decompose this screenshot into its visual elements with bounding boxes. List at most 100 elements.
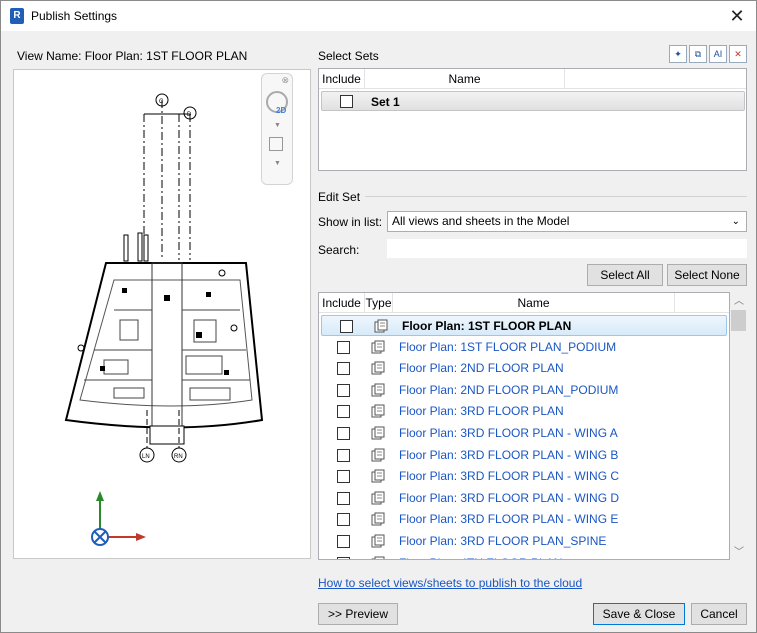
title-bar: R Publish Settings ✕ [1, 1, 756, 31]
wheel-dropdown-icon[interactable]: ▼ [274, 122, 281, 129]
view-row[interactable]: Floor Plan: 3RD FLOOR PLAN_SPINE [319, 531, 729, 552]
view-type-icon [371, 383, 385, 397]
steering-wheel-2d-label: 2D [276, 106, 287, 115]
column-include[interactable]: Include [319, 293, 365, 312]
view-include-checkbox[interactable] [337, 556, 350, 559]
view-type-icon [371, 534, 385, 548]
view-name: Floor Plan: 3RD FLOOR PLAN [399, 404, 564, 419]
view-include-checkbox[interactable] [337, 405, 350, 419]
show-in-list-dropdown[interactable]: All views and sheets in the Model ⌄ [387, 211, 747, 232]
view-include-checkbox[interactable] [340, 320, 353, 333]
view-name: Floor Plan: 3RD FLOOR PLAN - WING A [399, 426, 618, 440]
new-set-icon[interactable]: ✦ [669, 45, 687, 63]
show-in-list-label: Show in list: [318, 215, 383, 229]
edit-set-divider [365, 196, 747, 197]
view-include-checkbox[interactable] [337, 383, 350, 397]
view-preview-pane[interactable]: LN RN C D ⊗ 2D ▼ ▼ [13, 69, 311, 559]
search-input[interactable] [387, 239, 747, 258]
view-include-checkbox[interactable] [337, 535, 350, 548]
view-row[interactable]: Floor Plan: 1ST FLOOR PLAN_PODIUM [319, 337, 729, 358]
show-in-list-value: All views and sheets in the Model [392, 214, 570, 228]
select-all-button[interactable]: Select All [587, 264, 663, 286]
view-row[interactable]: Floor Plan: 3RD FLOOR PLAN - WING E [319, 509, 729, 530]
view-row[interactable]: Floor Plan: 4TH FLOOR PLAN [319, 553, 729, 559]
preview-button[interactable]: >> Preview [318, 603, 398, 625]
set-include-checkbox[interactable] [340, 95, 353, 108]
view-name: Floor Plan: 3RD FLOOR PLAN_SPINE [399, 534, 607, 548]
view-type-icon [371, 448, 385, 462]
rename-set-icon[interactable]: AI [709, 45, 727, 63]
navigation-bar: ⊗ 2D ▼ ▼ [261, 73, 293, 185]
view-name: Floor Plan: 3RD FLOOR PLAN - WING B [399, 447, 619, 462]
column-name[interactable]: Name [365, 69, 565, 88]
view-type-icon [371, 512, 385, 526]
column-name[interactable]: Name [393, 293, 675, 312]
column-include[interactable]: Include [319, 69, 365, 88]
view-name-label: View Name: Floor Plan: 1ST FLOOR PLAN [17, 49, 248, 63]
column-type[interactable]: Type [365, 293, 393, 312]
views-list-header: Include Type Name [319, 293, 729, 313]
navbar-close-icon[interactable]: ⊗ [281, 75, 289, 86]
view-include-checkbox[interactable] [337, 470, 350, 484]
set-toolbar: ✦ ⧉ AI ✕ [669, 45, 747, 63]
view-name: Floor Plan: 2ND FLOOR PLAN [399, 361, 564, 376]
view-type-icon [371, 404, 385, 418]
close-icon[interactable]: ✕ [726, 5, 748, 27]
search-label: Search: [318, 243, 360, 257]
edit-set-label: Edit Set [318, 190, 361, 204]
save-close-button[interactable]: Save & Close [593, 603, 685, 625]
view-name: Floor Plan: 3RD FLOOR PLAN - WING C [399, 469, 620, 484]
select-none-button[interactable]: Select None [667, 264, 747, 286]
help-link[interactable]: How to select views/sheets to publish to… [318, 576, 582, 590]
view-row[interactable]: Floor Plan: 3RD FLOOR PLAN - WING B [319, 445, 729, 466]
zoom-region-icon[interactable] [269, 137, 283, 151]
view-row[interactable]: Floor Plan: 3RD FLOOR PLAN [319, 401, 729, 422]
view-include-checkbox[interactable] [337, 362, 350, 376]
view-name: Floor Plan: 4TH FLOOR PLAN [399, 556, 562, 559]
scroll-down-icon[interactable]: ﹀ [734, 543, 744, 558]
sets-grid-header: Include Name [319, 69, 746, 89]
set-row[interactable]: Set 1 [321, 91, 745, 111]
ucs-axes-icon [91, 491, 146, 546]
view-row[interactable]: Floor Plan: 2ND FLOOR PLAN [319, 358, 729, 379]
view-type-icon [371, 426, 385, 440]
view-name: Floor Plan: 3RD FLOOR PLAN - WING D [399, 490, 620, 505]
view-include-checkbox[interactable] [337, 427, 350, 440]
views-scrollbar[interactable]: ︿ ﹀ [730, 292, 747, 560]
view-row[interactable]: Floor Plan: 3RD FLOOR PLAN - WING D [319, 488, 729, 509]
window-title: Publish Settings [31, 9, 118, 23]
view-type-icon [371, 556, 385, 559]
select-sets-label: Select Sets [318, 49, 379, 63]
duplicate-set-icon[interactable]: ⧉ [689, 45, 707, 63]
grid-label-rn: RN [174, 454, 183, 460]
view-name: Floor Plan: 2ND FLOOR PLAN_PODIUM [399, 382, 619, 397]
view-name: Floor Plan: 3RD FLOOR PLAN - WING E [399, 512, 619, 527]
grid-label-ln: LN [142, 454, 150, 460]
set-name: Set 1 [371, 95, 400, 109]
view-include-checkbox[interactable] [337, 340, 350, 354]
grid-label-d: D [187, 112, 192, 118]
view-row[interactable]: Floor Plan: 3RD FLOOR PLAN - WING C [319, 466, 729, 487]
view-row[interactable]: Floor Plan: 1ST FLOOR PLAN [321, 315, 727, 336]
view-include-checkbox[interactable] [337, 491, 350, 505]
scroll-up-icon[interactable]: ︿ [734, 292, 744, 307]
view-include-checkbox[interactable] [337, 513, 350, 527]
view-type-icon [371, 340, 385, 354]
view-type-icon [371, 361, 385, 375]
publish-settings-dialog: R Publish Settings ✕ View Name: Floor Pl… [0, 0, 757, 633]
view-name: Floor Plan: 1ST FLOOR PLAN [402, 319, 572, 333]
grid-label-c: C [159, 99, 164, 105]
cancel-button[interactable]: Cancel [691, 603, 747, 625]
view-row[interactable]: Floor Plan: 2ND FLOOR PLAN_PODIUM [319, 380, 729, 401]
zoom-dropdown-icon[interactable]: ▼ [274, 160, 281, 167]
view-type-icon [374, 319, 388, 333]
view-include-checkbox[interactable] [337, 448, 350, 462]
delete-set-icon[interactable]: ✕ [729, 45, 747, 63]
view-type-icon [371, 491, 385, 505]
select-sets-grid[interactable]: Include Name Set 1 [318, 68, 747, 171]
view-row[interactable]: Floor Plan: 3RD FLOOR PLAN - WING A [319, 423, 729, 444]
views-list[interactable]: Include Type Name Floor Plan: 1ST FLOOR … [318, 292, 730, 560]
revit-app-icon: R [10, 8, 24, 24]
view-name: Floor Plan: 1ST FLOOR PLAN_PODIUM [399, 339, 617, 354]
scroll-thumb[interactable] [731, 310, 746, 331]
